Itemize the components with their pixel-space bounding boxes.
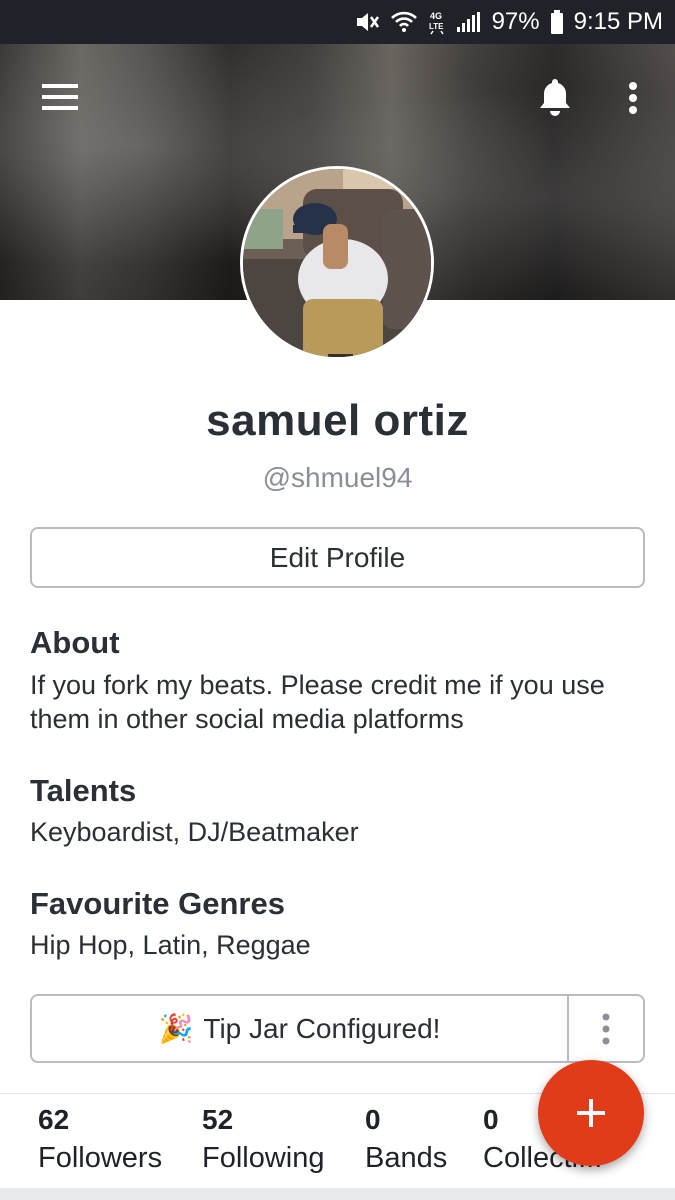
battery-icon [550,10,564,34]
stat-count: 0 [365,1104,381,1135]
profile-handle: @shmuel94 [262,462,413,493]
stat-count: 52 [202,1104,234,1135]
stat-label: Following [202,1142,325,1174]
clock: 9:15 PM [573,8,663,35]
bottom-strip [0,1188,675,1200]
svg-text:LTE: LTE [429,22,444,31]
stat-label: Followers [38,1142,163,1174]
hamburger-menu-icon[interactable] [38,80,82,114]
avatar[interactable] [240,166,434,360]
about-title: About [30,625,120,660]
vertical-dots-icon[interactable] [618,76,648,120]
stat-followers[interactable]: 62 Followers [38,1104,162,1175]
talents-title: Talents [30,773,137,808]
genres-title: Favourite Genres [30,886,285,921]
party-popper-icon: 🎉 [158,1013,194,1044]
tip-jar-more-button[interactable] [567,996,643,1061]
wifi-icon [390,11,418,33]
lte-icon: 4G LTE [428,9,446,35]
svg-text:4G: 4G [430,11,442,21]
about-text: If you fork my beats. Please credit me i… [30,670,605,734]
tip-jar: 🎉 Tip Jar Configured! [30,994,645,1063]
stat-following[interactable]: 52 Following [202,1104,325,1175]
bell-icon[interactable] [535,75,575,119]
stat-bands[interactable]: 0 Bands [365,1104,447,1175]
talents-text: Keyboardist, DJ/Beatmaker [30,817,359,847]
add-button[interactable] [538,1060,644,1166]
genres-text: Hip Hop, Latin, Reggae [30,930,311,960]
stat-count: 62 [38,1104,70,1135]
profile-name: samuel ortiz [206,396,469,445]
mute-icon [354,10,380,34]
status-bar: 4G LTE 97% 9:15 PM [0,0,675,44]
tip-jar-label: Tip Jar Configured! [203,1012,441,1044]
signal-icon [456,11,482,33]
plus-icon [577,1099,605,1127]
tip-jar-button[interactable]: 🎉 Tip Jar Configured! [32,996,567,1061]
stat-label: Bands [365,1142,448,1174]
battery-percent: 97% [491,8,540,35]
vertical-dots-icon [602,1013,610,1044]
edit-profile-button[interactable]: Edit Profile [30,527,645,588]
